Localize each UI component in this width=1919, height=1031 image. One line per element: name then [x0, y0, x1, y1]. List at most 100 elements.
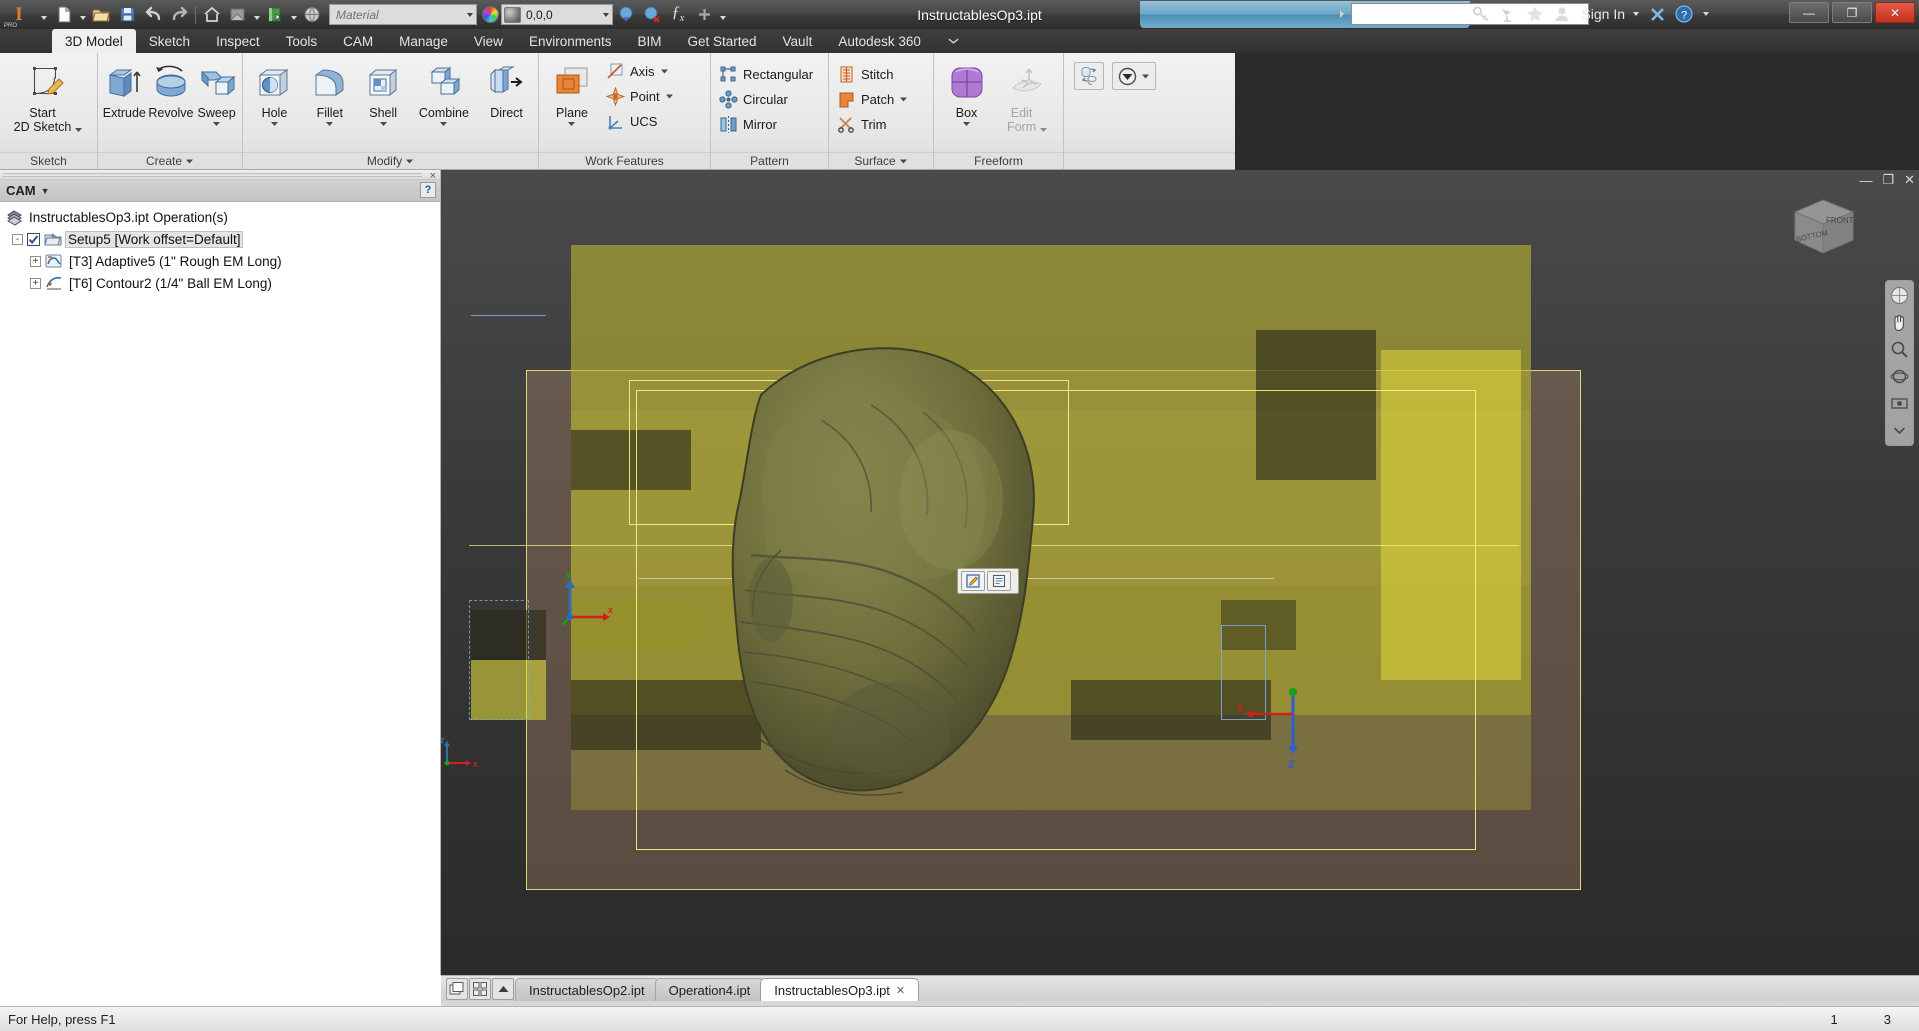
application-menu-button[interactable]: I PRO — [0, 0, 38, 29]
home-view-button[interactable] — [199, 2, 225, 27]
clear-color-button[interactable] — [639, 2, 665, 27]
tab-cam[interactable]: CAM — [330, 29, 386, 53]
undo-button[interactable] — [140, 2, 166, 27]
appearance-globe-button[interactable] — [299, 2, 325, 27]
tab-vault[interactable]: Vault — [770, 29, 826, 53]
redo-button[interactable] — [166, 2, 192, 27]
sign-in-button[interactable]: Sign In — [1581, 6, 1625, 22]
doc-tab-operation4[interactable]: Operation4.ipt — [654, 978, 765, 1001]
start-2d-sketch-button[interactable]: Start 2D Sketch — [4, 56, 93, 134]
rectangular-pattern-button[interactable]: Rectangular — [715, 62, 818, 86]
direct-edit-button[interactable]: Direct — [479, 56, 534, 120]
tab-environments[interactable]: Environments — [516, 29, 625, 53]
scanned-mesh-model[interactable] — [641, 300, 1071, 830]
tree-node-document[interactable]: InstructablesOp3.ipt Operation(s) — [4, 206, 440, 228]
sign-in-caret-icon[interactable] — [1630, 3, 1641, 25]
doc-tab-close-icon[interactable]: ✕ — [896, 984, 905, 997]
viewport-close-button[interactable]: ✕ — [1904, 172, 1915, 188]
appearance-caret-icon[interactable] — [603, 12, 609, 17]
work-point-button[interactable]: Point — [602, 84, 679, 108]
navigation-bar[interactable] — [1885, 280, 1914, 446]
parameters-fx-button[interactable]: ƒx — [665, 2, 691, 27]
application-menu-caret-icon[interactable] — [38, 2, 49, 27]
material-combo[interactable]: Material — [329, 4, 477, 25]
minimize-button[interactable]: — — [1789, 2, 1829, 23]
ribbon-minimize-caret-icon[interactable] — [948, 29, 959, 53]
circular-pattern-button[interactable]: Circular — [715, 87, 818, 111]
trim-button[interactable]: Trim — [833, 112, 913, 136]
tab-tools[interactable]: Tools — [273, 29, 331, 53]
magnifier-zoom-icon[interactable] — [1888, 338, 1911, 361]
open-file-button[interactable] — [88, 2, 114, 27]
help-question-icon[interactable]: ? — [1673, 3, 1695, 25]
restore-button[interactable]: ❐ — [1832, 2, 1872, 23]
sweep-button[interactable]: Sweep — [195, 56, 238, 128]
convert-button[interactable] — [1074, 62, 1104, 90]
browser-grip[interactable]: × — [0, 170, 440, 182]
fillet-button[interactable]: Fillet — [303, 56, 357, 128]
doc-tab-instructablesop3[interactable]: InstructablesOp3.ipt ✕ — [760, 978, 920, 1001]
satellite-icon[interactable] — [1497, 3, 1519, 25]
view-face-button[interactable] — [225, 2, 251, 27]
extrude-button[interactable]: Extrude — [102, 56, 147, 120]
close-button[interactable]: ✕ — [1875, 2, 1915, 23]
user-account-icon[interactable] — [1551, 3, 1573, 25]
mini-edit-button[interactable] — [961, 571, 985, 591]
hole-button[interactable]: Hole — [247, 56, 302, 128]
tab-inspect[interactable]: Inspect — [203, 29, 273, 53]
customize-qat-caret-icon[interactable] — [717, 2, 728, 27]
tab-3d-model[interactable]: 3D Model — [52, 29, 136, 53]
hand-pan-icon[interactable] — [1888, 311, 1911, 334]
add-to-toolbar-button[interactable] — [691, 2, 717, 27]
favorites-star-icon[interactable] — [1524, 3, 1546, 25]
steering-wheel-icon[interactable] — [1888, 284, 1911, 307]
tab-view[interactable]: View — [461, 29, 516, 53]
shell-button[interactable]: Shell — [358, 56, 409, 128]
tree-node-contour2[interactable]: + [T6] Contour2 (1/4" Ball EM Long) — [4, 272, 440, 294]
help-caret-icon[interactable] — [1700, 3, 1711, 25]
work-axis-button[interactable]: Axis — [602, 59, 679, 83]
scroll-tabs-up-icon[interactable] — [492, 978, 514, 1000]
tree-node-setup5[interactable]: - Setup5 [Work offset=Default] — [4, 228, 440, 250]
viewport-canvas[interactable]: z x y x X Z FRONT BOTTOM — [441, 170, 1919, 975]
exchange-apps-icon[interactable] — [1646, 3, 1668, 25]
patch-button[interactable]: Patch — [833, 87, 913, 111]
edit-form-button[interactable]: Edit Form — [996, 56, 1059, 134]
tab-manage[interactable]: Manage — [386, 29, 461, 53]
mini-toolbar[interactable] — [957, 568, 1019, 594]
viewport-minimize-button[interactable]: — — [1859, 173, 1872, 188]
work-plane-button[interactable]: Plane — [543, 56, 601, 128]
freeform-box-button[interactable]: Box — [938, 56, 995, 128]
tree-expander-setup5[interactable]: - — [12, 233, 23, 245]
view-cube[interactable]: FRONT BOTTOM — [1781, 194, 1867, 266]
nav-settings-chevron-down-icon[interactable] — [1888, 419, 1911, 442]
revolve-button[interactable]: Revolve — [148, 56, 195, 120]
appearance-override-button[interactable] — [1112, 62, 1156, 90]
save-file-button[interactable] — [114, 2, 140, 27]
tab-get-started[interactable]: Get Started — [675, 29, 770, 53]
tree-expander-contour2[interactable]: + — [30, 277, 41, 289]
mirror-button[interactable]: Mirror — [715, 112, 818, 136]
appearance-combo[interactable]: 0,0,0 — [501, 4, 613, 25]
stitch-button[interactable]: Stitch — [833, 62, 913, 86]
view-face-caret-icon[interactable] — [251, 2, 262, 27]
new-file-button[interactable] — [51, 2, 77, 27]
browser-title-caret-icon[interactable]: ▼ — [41, 186, 50, 196]
tab-sketch[interactable]: Sketch — [136, 29, 203, 53]
look-at-icon[interactable] — [1888, 392, 1911, 415]
browser-help-button[interactable]: ? — [420, 182, 436, 198]
viewport-restore-button[interactable]: ❐ — [1882, 172, 1894, 188]
material-caret-icon[interactable] — [467, 12, 473, 17]
color-sphere-blue-button[interactable] — [613, 2, 639, 27]
help-key-icon[interactable] — [1470, 3, 1492, 25]
orbit-icon[interactable] — [1888, 365, 1911, 388]
doc-tab-instructablesop2[interactable]: InstructablesOp2.ipt — [515, 978, 659, 1001]
search-expand-caret-icon[interactable] — [1336, 3, 1347, 25]
tab-autodesk-360[interactable]: Autodesk 360 — [825, 29, 934, 53]
cascade-windows-icon[interactable] — [446, 978, 468, 1000]
tile-windows-icon[interactable] — [469, 978, 491, 1000]
tab-bim[interactable]: BIM — [624, 29, 674, 53]
new-file-caret-icon[interactable] — [77, 2, 88, 27]
tree-checkbox-setup5[interactable] — [27, 232, 40, 246]
tree-node-adaptive5[interactable]: + [T3] Adaptive5 (1" Rough EM Long) — [4, 250, 440, 272]
